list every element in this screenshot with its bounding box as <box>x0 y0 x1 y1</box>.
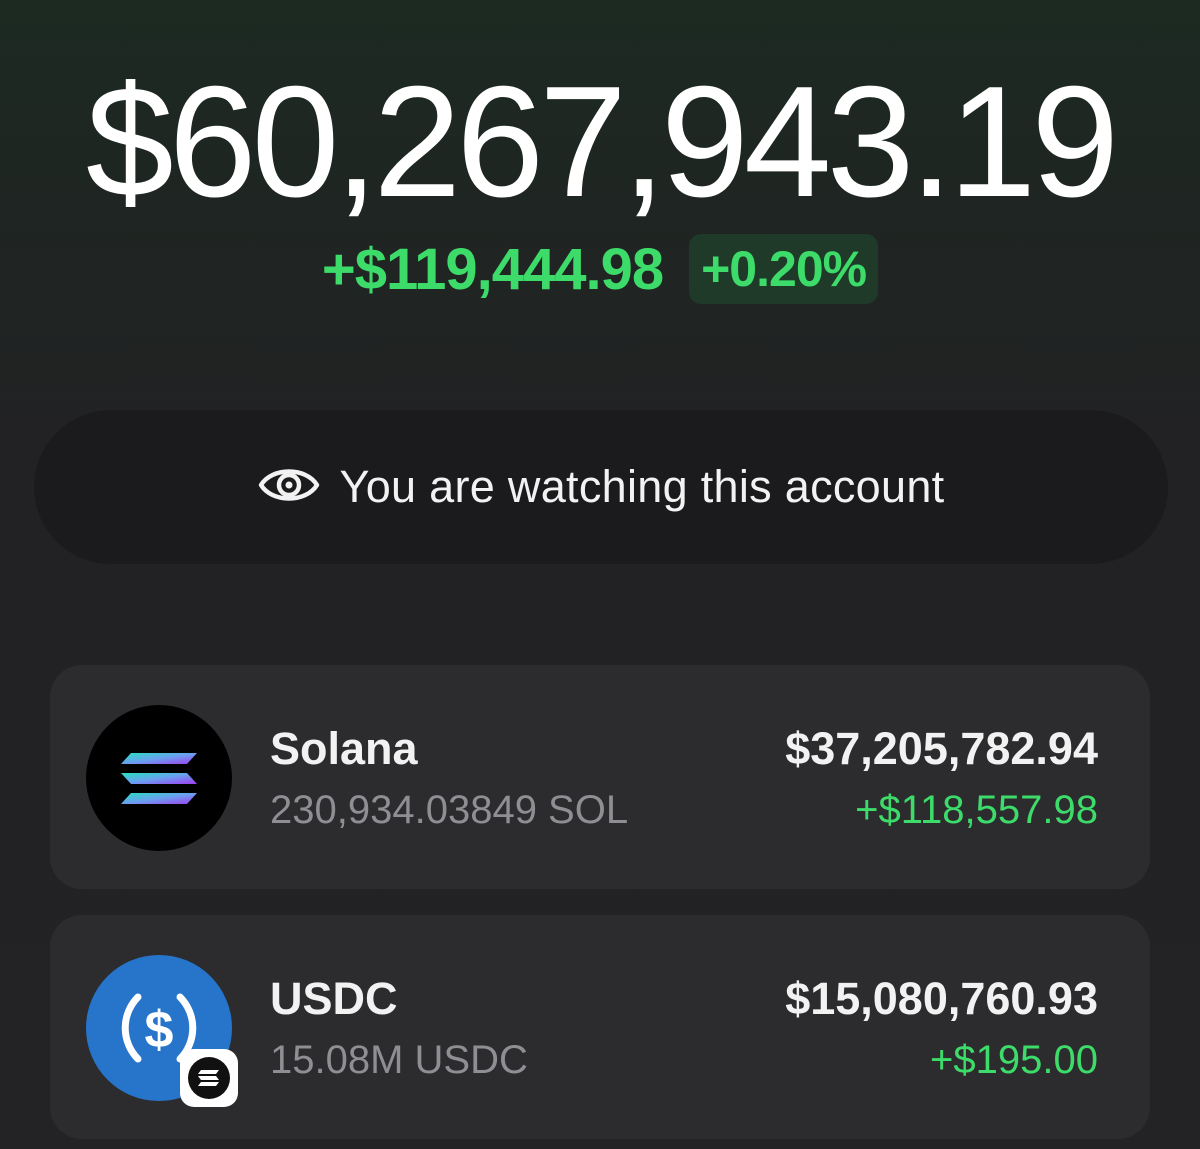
asset-row-usdc[interactable]: $ USDC 15.08M USDC $15,080,760.93 +$195.… <box>50 915 1150 1139</box>
asset-amount: 15.08M USDC <box>270 1038 528 1082</box>
balance-change-amount: +$119,444.98 <box>321 236 664 302</box>
asset-name: USDC <box>270 973 398 1024</box>
asset-value: $15,080,760.93 <box>785 973 1098 1024</box>
total-balance: $60,267,943.19 <box>85 54 1119 230</box>
asset-name: Solana <box>270 723 418 774</box>
svg-text:$: $ <box>145 1001 174 1059</box>
watching-account-banner[interactable]: You are watching this account <box>34 410 1168 564</box>
solana-logo-icon <box>86 705 232 851</box>
balance-change-row: +$119,444.98 +0.20% <box>0 234 1200 304</box>
asset-amount: 230,934.03849 SOL <box>270 788 629 832</box>
asset-change: +$195.00 <box>930 1038 1098 1082</box>
watching-account-text: You are watching this account <box>339 461 945 512</box>
balance-change-percent-badge: +0.20% <box>689 234 879 304</box>
asset-row-solana[interactable]: Solana 230,934.03849 SOL $37,205,782.94 … <box>50 665 1150 889</box>
asset-change: +$118,557.98 <box>855 788 1098 832</box>
asset-value: $37,205,782.94 <box>785 723 1098 774</box>
solana-network-badge-icon <box>180 1049 238 1107</box>
eye-icon <box>258 463 320 512</box>
